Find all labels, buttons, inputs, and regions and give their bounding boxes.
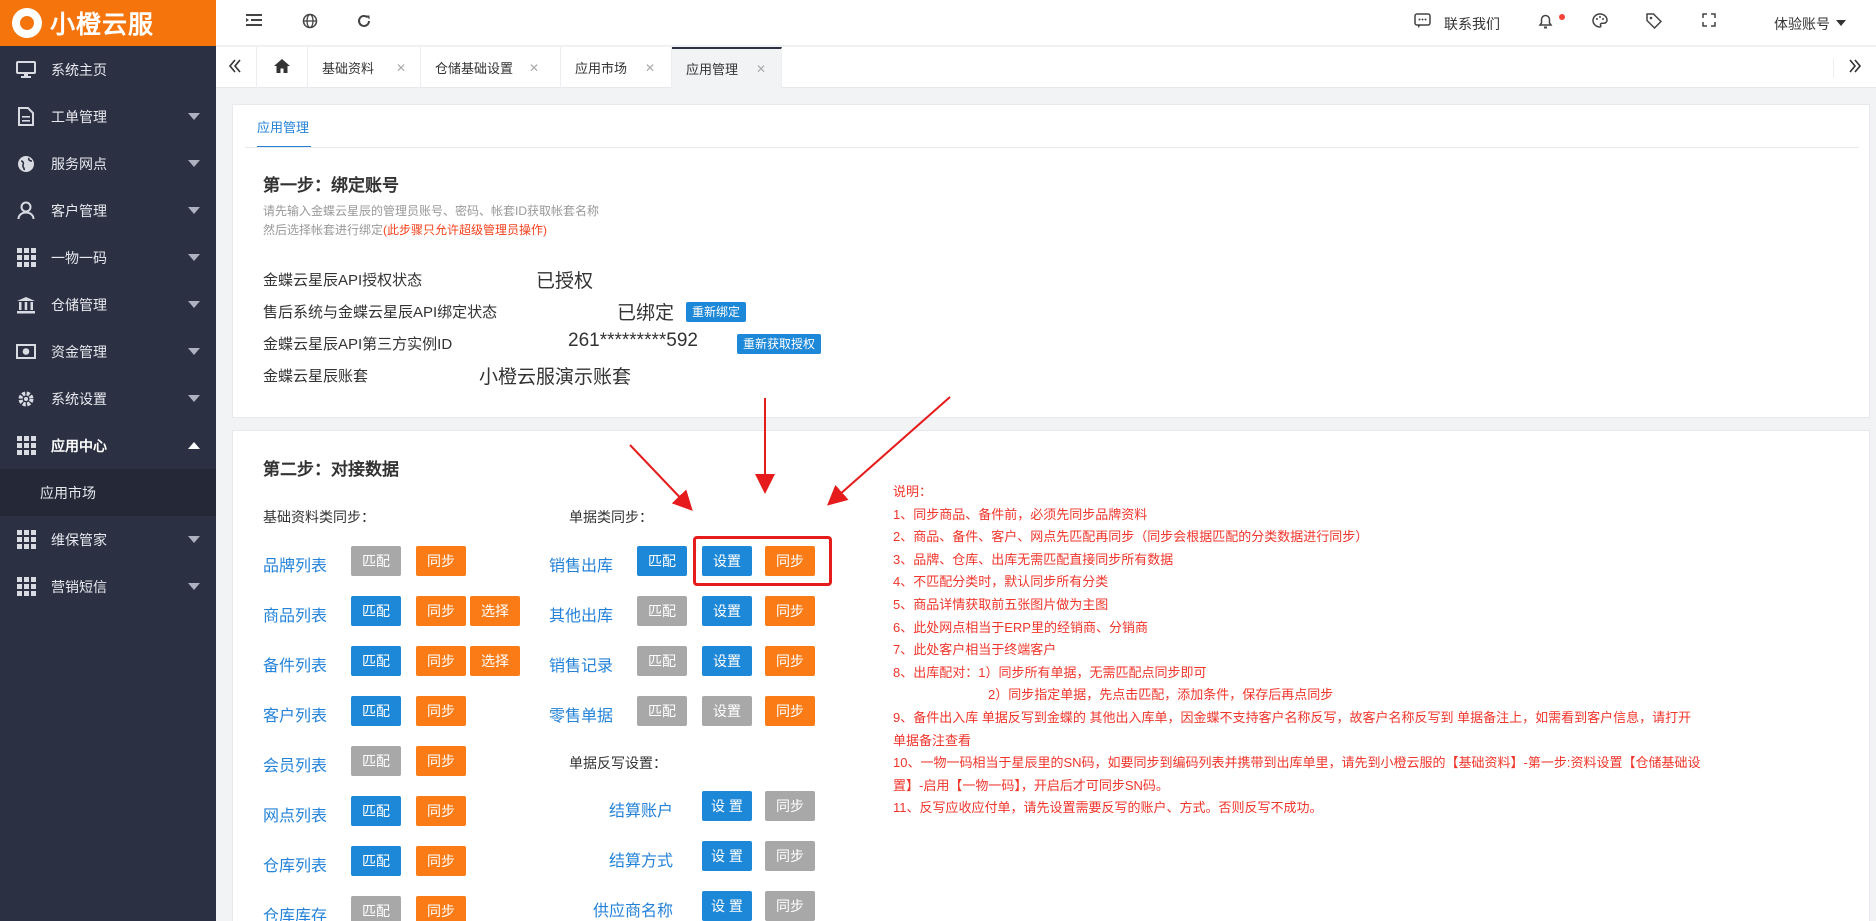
- arrow-right: [827, 396, 951, 506]
- annotation-arrows: [629, 396, 951, 511]
- arrow-left: [629, 444, 693, 511]
